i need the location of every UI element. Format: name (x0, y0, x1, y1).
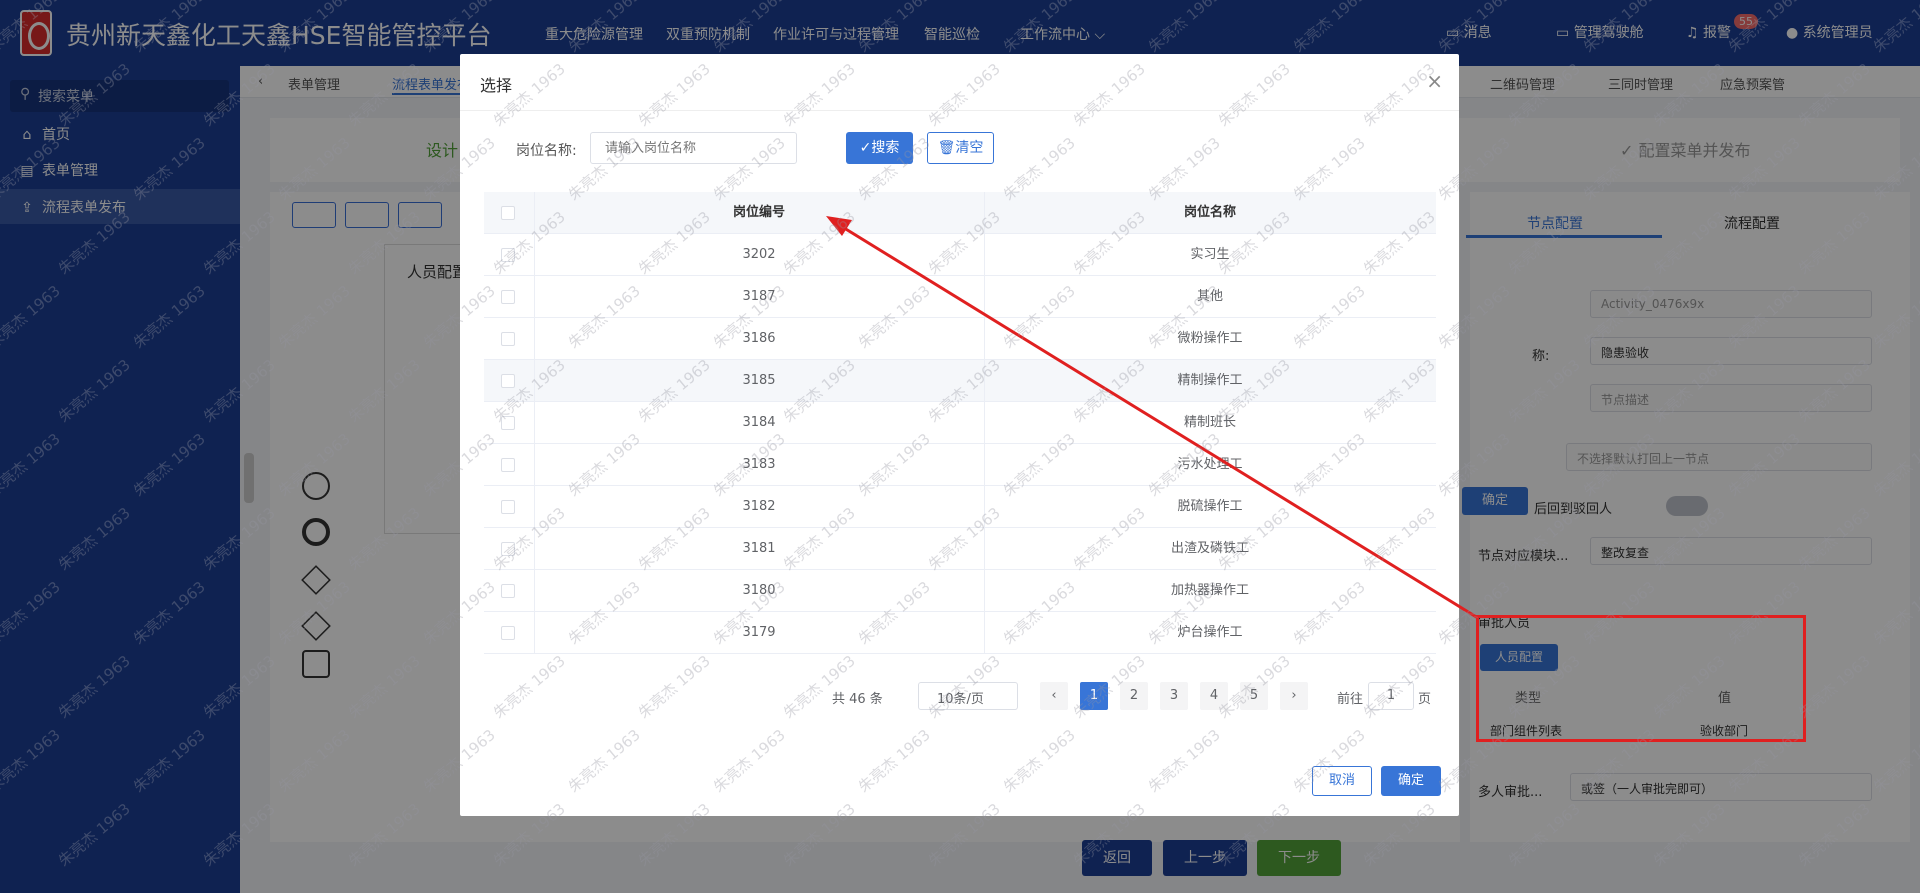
position-code-cell: 3186 (742, 331, 776, 346)
row-checkbox[interactable] (501, 248, 515, 262)
check-icon: ✓ (859, 140, 872, 156)
select-position-dialog: 选择 × 岗位名称: ✓搜索 🗑清空 岗位编号 岗位名称 3202 实习生 3187… (460, 54, 1459, 816)
prev-page-button[interactable]: ‹ (1040, 682, 1068, 710)
goto-label: 前往 (1337, 692, 1364, 707)
close-icon[interactable]: × (1426, 69, 1443, 93)
search-button-label: 搜索 (871, 140, 900, 156)
table-row[interactable]: 3187 其他 (484, 276, 1436, 318)
position-code-cell: 3185 (742, 373, 776, 388)
row-checkbox[interactable] (501, 458, 515, 472)
page-size-select[interactable]: 10条/页 (918, 682, 1018, 710)
annotation-highlight-box (1476, 615, 1806, 742)
row-checkbox[interactable] (501, 290, 515, 304)
position-code-cell: 3184 (742, 415, 776, 430)
table-row[interactable]: 3182 脱硫操作工 (484, 486, 1436, 528)
column-divider (534, 192, 535, 654)
position-code-cell: 3181 (742, 541, 776, 556)
position-name-cell: 精制操作工 (1177, 373, 1243, 388)
column-header-position-code[interactable]: 岗位编号 (534, 192, 984, 234)
goto-page-input[interactable]: 1 (1368, 682, 1414, 710)
row-checkbox[interactable] (501, 416, 515, 430)
table-row[interactable]: 3202 实习生 (484, 234, 1436, 276)
trash-icon: 🗑 (937, 140, 956, 156)
column-header-position-name[interactable]: 岗位名称 (984, 192, 1436, 234)
position-name-input[interactable] (590, 132, 797, 164)
table-row[interactable]: 3183 污水处理工 (484, 444, 1436, 486)
table-row[interactable]: 3181 出渣及磷铁工 (484, 528, 1436, 570)
table-row[interactable]: 3185 精制操作工 (484, 360, 1436, 402)
column-divider (984, 192, 985, 654)
position-code-cell: 3179 (742, 625, 776, 640)
clear-button[interactable]: 🗑清空 (927, 132, 994, 164)
page-button-2[interactable]: 2 (1120, 682, 1148, 710)
row-checkbox[interactable] (501, 626, 515, 640)
page-button-5[interactable]: 5 (1240, 682, 1268, 710)
select-all-checkbox[interactable] (501, 206, 515, 220)
clear-button-label: 清空 (955, 140, 984, 156)
confirm-button[interactable]: 确定 (1381, 766, 1441, 796)
position-name-cell: 加热器操作工 (1170, 583, 1249, 598)
position-name-cell: 污水处理工 (1177, 457, 1243, 472)
next-page-button[interactable]: › (1280, 682, 1308, 710)
position-name-label: 岗位名称: (516, 143, 577, 159)
position-code-cell: 3187 (742, 289, 776, 304)
row-checkbox[interactable] (501, 374, 515, 388)
pagination-total: 共 46 条 (832, 692, 883, 707)
position-name-cell: 精制班长 (1183, 415, 1236, 430)
table-row[interactable]: 3184 精制班长 (484, 402, 1436, 444)
page-button-3[interactable]: 3 (1160, 682, 1188, 710)
dialog-title: 选择 (480, 76, 513, 95)
table-header-row: 岗位编号 岗位名称 (484, 192, 1436, 234)
cancel-button[interactable]: 取消 (1312, 766, 1372, 796)
row-checkbox[interactable] (501, 332, 515, 346)
position-name-cell: 微粉操作工 (1177, 331, 1243, 346)
position-table: 岗位编号 岗位名称 3202 实习生 3187 其他 3186 微粉操作工 3185 精制操作… (484, 192, 1436, 654)
position-name-cell: 实习生 (1190, 247, 1230, 262)
position-code-cell: 3183 (742, 457, 776, 472)
position-name-cell: 出渣及磷铁工 (1170, 541, 1249, 556)
page-button-4[interactable]: 4 (1200, 682, 1228, 710)
position-name-cell: 炉台操作工 (1177, 625, 1243, 640)
table-row[interactable]: 3179 炉台操作工 (484, 612, 1436, 654)
search-button[interactable]: ✓搜索 (846, 132, 913, 164)
app-root: 贵州新天鑫化工天鑫HSE智能管控平台 重大危险源管理 双重预防机制 作业许可与过… (0, 0, 1920, 893)
table-row[interactable]: 3186 微粉操作工 (484, 318, 1436, 360)
dialog-header-divider (460, 110, 1459, 111)
page-suffix: 页 (1418, 692, 1432, 707)
row-checkbox[interactable] (501, 542, 515, 556)
table-row[interactable]: 3180 加热器操作工 (484, 570, 1436, 612)
row-checkbox[interactable] (501, 584, 515, 598)
position-name-cell: 脱硫操作工 (1177, 499, 1243, 514)
position-code-cell: 3182 (742, 499, 776, 514)
row-checkbox[interactable] (501, 500, 515, 514)
position-code-cell: 3202 (742, 247, 776, 262)
position-code-cell: 3180 (742, 583, 776, 598)
position-name-cell: 其他 (1196, 289, 1223, 304)
page-button-1[interactable]: 1 (1080, 682, 1108, 710)
